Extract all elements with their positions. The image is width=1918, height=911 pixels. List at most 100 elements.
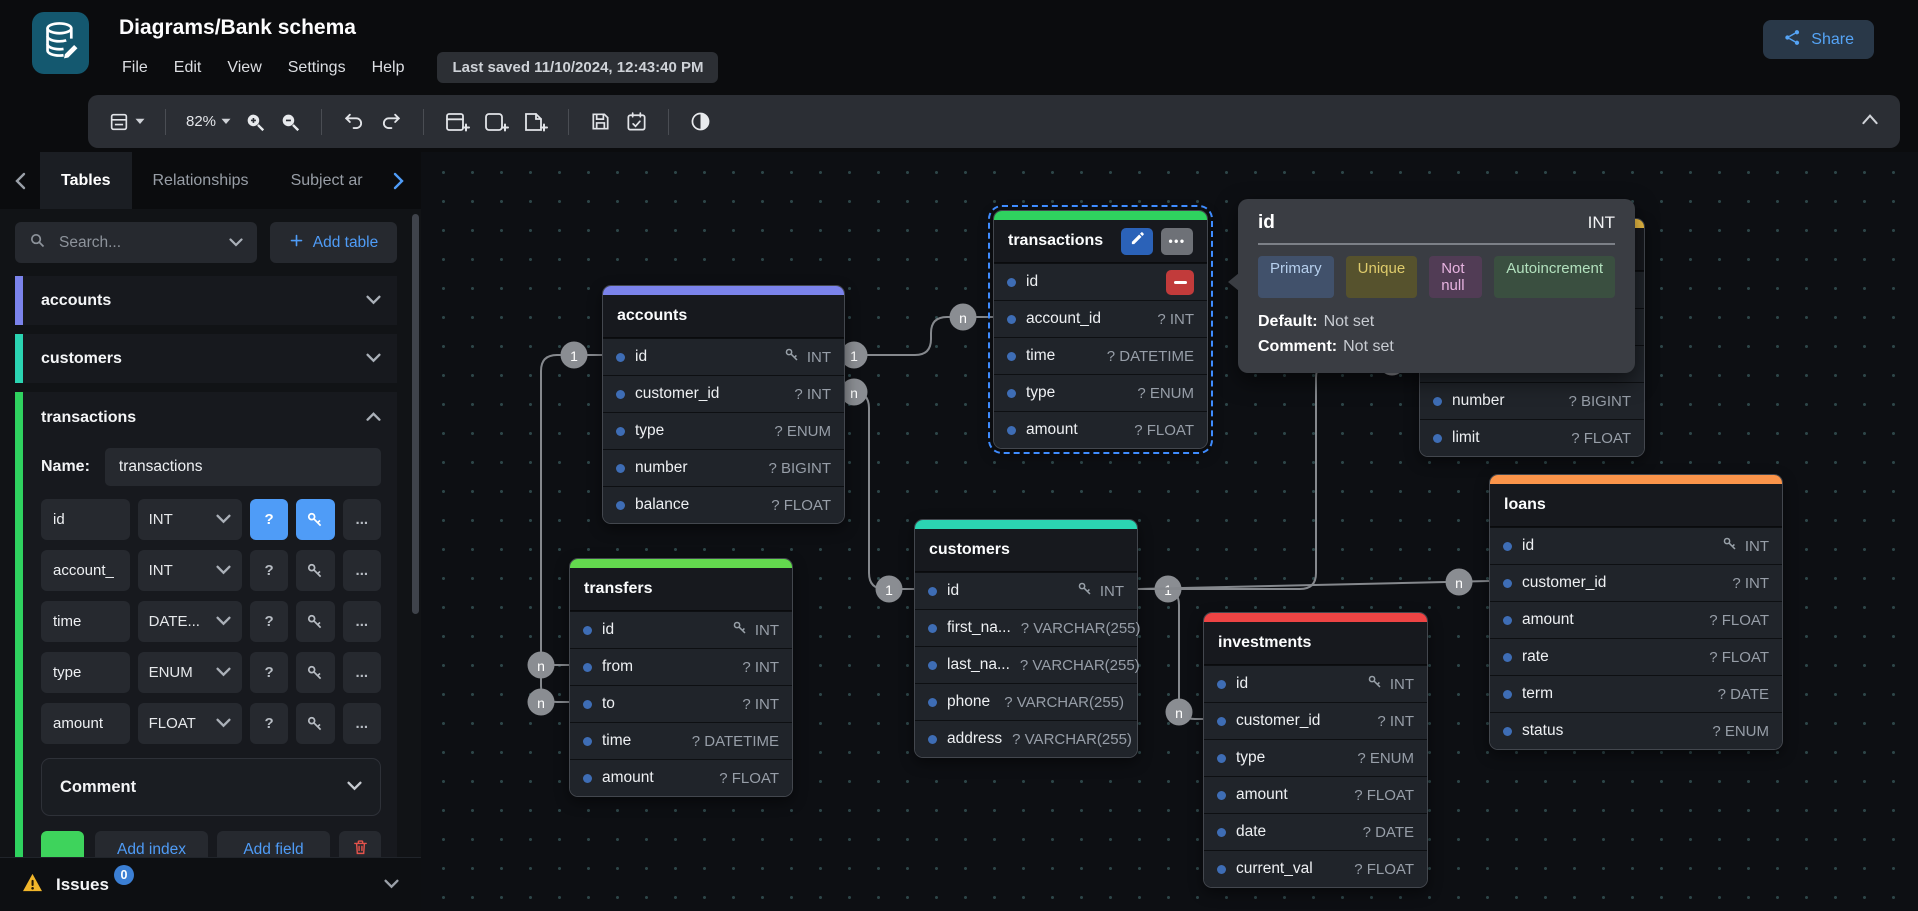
field-name-input[interactable]: amount	[41, 703, 130, 744]
add-area-button[interactable]	[483, 110, 509, 134]
search-input[interactable]: Search...	[15, 222, 257, 263]
chevron-down-icon[interactable]	[229, 234, 243, 252]
zoom-in-button[interactable]	[244, 111, 266, 133]
tab-relationships[interactable]: Relationships	[132, 152, 270, 209]
nullable-toggle-button[interactable]: ?	[250, 601, 288, 642]
diagram-table-customers[interactable]: customersidINTfirst_na...? VARCHAR(255)l…	[914, 519, 1138, 758]
primary-key-toggle-button[interactable]	[296, 601, 334, 642]
table-field-row[interactable]: date? DATE	[1204, 813, 1427, 850]
diagram-canvas[interactable]: 1nn1n1n1nnn accountsidINTcustomer_id? IN…	[421, 152, 1918, 911]
diagram-table-transfers[interactable]: transfersidINTfrom? INTto? INTtime? DATE…	[569, 558, 793, 797]
relationship-line[interactable]	[1138, 589, 1203, 719]
table-field-row[interactable]: phone? VARCHAR(255)	[915, 683, 1137, 720]
diagram-table-investments[interactable]: investmentsidINTcustomer_id? INTtype? EN…	[1203, 612, 1428, 888]
field-more-button[interactable]: ...	[343, 499, 381, 540]
field-name-input[interactable]: id	[41, 499, 130, 540]
add-index-button[interactable]: Add index	[95, 831, 208, 857]
menu-edit[interactable]: Edit	[161, 54, 215, 82]
table-field-row[interactable]: idINT	[1204, 665, 1427, 702]
table-field-row[interactable]: idINT	[603, 338, 844, 375]
field-name-input[interactable]: time	[41, 601, 130, 642]
table-color-swatch[interactable]	[41, 831, 84, 857]
table-field-row[interactable]: idINT	[915, 572, 1137, 609]
table-field-row[interactable]: address? VARCHAR(255)	[915, 720, 1137, 757]
add-field-button[interactable]: Add field	[217, 831, 330, 857]
table-field-row[interactable]: customer_id? INT	[603, 375, 844, 412]
field-more-button[interactable]: ...	[343, 601, 381, 642]
delete-table-button[interactable]	[339, 831, 381, 857]
relationship-line[interactable]	[845, 392, 914, 589]
field-name-input[interactable]: type	[41, 652, 130, 693]
table-field-row[interactable]: amount? FLOAT	[570, 759, 792, 796]
table-header[interactable]: accounts	[603, 295, 844, 338]
field-type-select[interactable]: ENUM	[138, 652, 242, 693]
primary-key-toggle-button[interactable]	[296, 550, 334, 591]
table-field-row[interactable]: type? ENUM	[994, 374, 1207, 411]
zoom-out-button[interactable]	[279, 111, 301, 133]
field-more-button[interactable]: ...	[343, 652, 381, 693]
table-field-row[interactable]: account_id? INT	[994, 300, 1207, 337]
sidebar-item-customers[interactable]: customers	[15, 334, 397, 383]
table-field-row[interactable]: idINT	[1490, 527, 1782, 564]
table-field-row[interactable]: from? INT	[570, 648, 792, 685]
chevron-down-icon[interactable]	[366, 350, 381, 368]
edit-table-button[interactable]	[1121, 228, 1153, 255]
table-header[interactable]: transactions•••	[994, 220, 1207, 263]
nullable-toggle-button[interactable]: ?	[250, 703, 288, 744]
table-field-row[interactable]: number? BIGINT	[1420, 382, 1644, 419]
field-type-select[interactable]: INT	[138, 550, 242, 591]
table-field-row[interactable]: balance? FLOAT	[603, 486, 844, 523]
table-view-button[interactable]	[108, 111, 145, 133]
menu-settings[interactable]: Settings	[275, 54, 359, 82]
table-field-row[interactable]: customer_id? INT	[1490, 564, 1782, 601]
table-field-row[interactable]: time? DATETIME	[994, 337, 1207, 374]
table-field-row[interactable]: customer_id? INT	[1204, 702, 1427, 739]
add-table-sidebar-button[interactable]: Add table	[270, 222, 397, 263]
menu-help[interactable]: Help	[359, 54, 418, 82]
table-field-row[interactable]: first_na...? VARCHAR(255)	[915, 609, 1137, 646]
menu-view[interactable]: View	[214, 54, 274, 82]
menu-file[interactable]: File	[109, 54, 161, 82]
table-field-row[interactable]: id	[994, 263, 1207, 300]
table-field-row[interactable]: idINT	[570, 611, 792, 648]
table-header[interactable]: customers	[915, 529, 1137, 572]
table-field-row[interactable]: term? DATE	[1490, 675, 1782, 712]
field-more-button[interactable]: ...	[343, 550, 381, 591]
tab-tables[interactable]: Tables	[40, 152, 132, 209]
share-button[interactable]: Share	[1763, 20, 1874, 59]
tab-subject-ar[interactable]: Subject ar	[270, 152, 384, 209]
table-field-row[interactable]: last_na...? VARCHAR(255)	[915, 646, 1137, 683]
field-type-select[interactable]: DATE...	[138, 601, 242, 642]
field-more-button[interactable]: ...	[343, 703, 381, 744]
primary-key-toggle-button[interactable]	[296, 652, 334, 693]
field-type-select[interactable]: INT	[138, 499, 242, 540]
table-field-row[interactable]: number? BIGINT	[603, 449, 844, 486]
undo-button[interactable]	[342, 111, 366, 133]
nullable-toggle-button[interactable]: ?	[250, 499, 288, 540]
comment-section[interactable]: Comment	[41, 758, 381, 816]
chevron-up-icon[interactable]	[366, 409, 381, 427]
tabs-scroll-left-icon[interactable]	[0, 152, 40, 209]
chevron-down-icon[interactable]	[366, 292, 381, 310]
diagram-table-accounts[interactable]: accountsidINTcustomer_id? INTtype? ENUMn…	[602, 285, 845, 524]
table-field-row[interactable]: to? INT	[570, 685, 792, 722]
redo-button[interactable]	[379, 111, 403, 133]
issues-bar[interactable]: Issues 0	[0, 857, 421, 911]
field-type-select[interactable]: FLOAT	[138, 703, 242, 744]
table-header[interactable]: transfers	[570, 568, 792, 611]
collapse-toolbar-button[interactable]	[1860, 112, 1880, 131]
sidebar-scrollbar-thumb[interactable]	[412, 214, 419, 614]
table-field-row[interactable]: amount? FLOAT	[1204, 776, 1427, 813]
add-table-button[interactable]	[444, 110, 470, 134]
sidebar-item-transactions[interactable]: transactions	[41, 392, 381, 444]
commit-button[interactable]	[625, 110, 648, 133]
table-field-row[interactable]: time? DATETIME	[570, 722, 792, 759]
zoom-level-dropdown[interactable]: 82%	[186, 113, 231, 130]
table-field-row[interactable]: rate? FLOAT	[1490, 638, 1782, 675]
table-header[interactable]: investments	[1204, 622, 1427, 665]
table-field-row[interactable]: limit? FLOAT	[1420, 419, 1644, 456]
theme-toggle-icon[interactable]	[689, 110, 712, 133]
table-field-row[interactable]: current_val? FLOAT	[1204, 850, 1427, 887]
nullable-toggle-button[interactable]: ?	[250, 550, 288, 591]
table-field-row[interactable]: amount? FLOAT	[1490, 601, 1782, 638]
